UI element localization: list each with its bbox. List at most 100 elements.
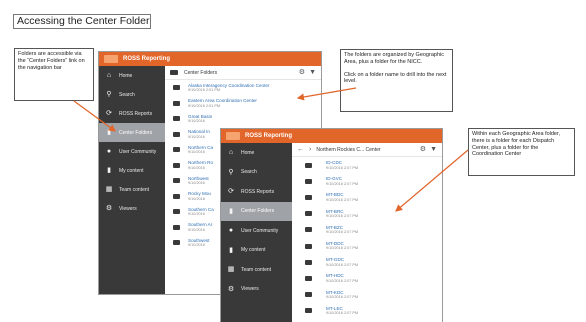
folder-row[interactable]: ID-GVC 9/10/2016 2:07 PM: [292, 173, 442, 189]
folder-row[interactable]: MT-BZC 9/10/2016 2:07 PM: [292, 222, 442, 238]
folder-icon: [173, 178, 180, 184]
folder-icon: [305, 178, 312, 184]
folder-row[interactable]: Eastern Area Coordination Center 9/10/201…: [165, 96, 321, 112]
nav-item-label: Viewers: [119, 205, 137, 212]
folder-icon: [173, 209, 180, 215]
folder-modified-date: 9/10/2016 2:07 PM: [326, 311, 359, 316]
nav-item-label: Team content: [241, 266, 272, 273]
nav-item-center-folders[interactable]: ▮ Center Folders: [221, 201, 292, 221]
folder-icon: [305, 194, 312, 200]
breadcrumb[interactable]: Northern Rockies C... Center: [316, 147, 380, 153]
nav-item-viewers[interactable]: ⚙ Viewers: [221, 280, 292, 300]
nav-item-team-content[interactable]: ▦ Team content: [221, 260, 292, 280]
folder-icon: [305, 211, 312, 217]
folder-modified-date: 9/10/2016: [188, 150, 205, 155]
folder-icon: [170, 70, 178, 75]
folder-modified-date: 9/10/2016: [188, 227, 205, 232]
folder-icon: [305, 259, 312, 265]
folder-icon: [173, 100, 180, 106]
folder-modified-date: 9/10/2016 2:01 PM: [188, 88, 221, 93]
app-header: ROSS Reporting: [221, 129, 442, 143]
app-window-dispatch-folders: ROSS Reporting ⌂ Home ⚲ Search ⟳ ROSS Reports…: [220, 128, 443, 322]
search-icon: ⚲: [106, 91, 112, 98]
folder-modified-date: 9/10/2016: [188, 119, 205, 124]
folder-row[interactable]: MT-HDC 9/10/2016 2:07 PM: [292, 270, 442, 286]
nav-item-search[interactable]: ⚲ Search: [99, 85, 165, 104]
folder-row[interactable]: Great Basin 9/10/2016: [165, 111, 321, 127]
nav-item-team-content[interactable]: ▦ Team content: [99, 180, 165, 199]
folder-modified-date: 9/10/2016 2:07 PM: [326, 278, 359, 283]
folder-row[interactable]: MT-KDC 9/10/2016 2:07 PM: [292, 287, 442, 303]
folder-list-panel: ← › Northern Rockies C... Center ⚙ ▼ ID-…: [292, 143, 442, 322]
nav-item-label: User Community: [119, 148, 157, 155]
folder-row[interactable]: ID-CDC 9/10/2016 2:07 PM: [292, 157, 442, 173]
folder-modified-date: 9/10/2016: [188, 181, 205, 186]
folder-row[interactable]: MT-BDC 9/10/2016 2:07 PM: [292, 189, 442, 205]
nav-item-label: My content: [119, 167, 144, 174]
folder-row[interactable]: MT-BRC 9/10/2016 2:07 PM: [292, 206, 442, 222]
nav-item-label: Team content: [119, 186, 150, 193]
callout-geographic-areas: The folders are organized by Geographic …: [340, 49, 453, 112]
folder-modified-date: 9/10/2016 2:07 PM: [326, 165, 359, 170]
app-name: ROSS Reporting: [245, 133, 293, 139]
folder-icon: [305, 292, 312, 298]
back-arrow-icon[interactable]: ←: [297, 146, 304, 154]
folder-icon: [173, 147, 180, 153]
chevron-right-icon[interactable]: ›: [309, 146, 311, 154]
callout-text: Within each Geographic Area folder, ther…: [472, 131, 561, 158]
nav-item-label: Home: [119, 72, 133, 79]
folder-modified-date: 9/10/2016: [188, 165, 205, 170]
folder-icon: [173, 224, 180, 230]
folder-icon: ▮: [229, 207, 233, 215]
nav-item-home[interactable]: ⌂ Home: [221, 143, 292, 163]
settings-icon[interactable]: ⚙: [420, 146, 426, 154]
page-title: Accessing the Center Folders: [13, 14, 151, 29]
folder-modified-date: 9/10/2016 2:07 PM: [326, 197, 359, 202]
refresh-icon: ⟳: [228, 188, 234, 196]
folder-icon: [305, 243, 312, 249]
content-title: Center Folders: [184, 69, 218, 76]
folder-icon: [305, 308, 312, 314]
gear-icon: ⚙: [105, 205, 113, 212]
folder-icon: [305, 227, 312, 233]
folder-row[interactable]: MT-GDC 9/10/2016 2:07 PM: [292, 254, 442, 270]
nav-item-center-folders[interactable]: ▮ Center Folders: [99, 123, 165, 142]
folder-icon: [173, 131, 180, 137]
folder-icon: [173, 240, 180, 246]
nav-item-viewers[interactable]: ⚙ Viewers: [99, 199, 165, 218]
folder-modified-date: 9/10/2016 2:07 PM: [326, 295, 359, 299]
home-icon: ⌂: [106, 72, 112, 79]
nav-item-user-community[interactable]: ● User Community: [221, 221, 292, 241]
navigation-bar: ⌂ Home ⚲ Search ⟳ ROSS Reports ▮ Center Folders…: [221, 143, 292, 322]
folder-icon: [305, 275, 312, 281]
nav-item-user-community[interactable]: ● User Community: [99, 142, 165, 161]
nav-item-label: Search: [119, 91, 135, 98]
folder-icon: [173, 116, 180, 122]
folder-row[interactable]: MT-DDC 9/10/2016 2:07 PM: [292, 238, 442, 254]
refresh-icon: ⟳: [106, 110, 112, 117]
nav-item-label: My content: [241, 247, 266, 254]
nav-item-my-content[interactable]: ▮ My content: [99, 161, 165, 180]
nav-item-search[interactable]: ⚲ Search: [221, 163, 292, 183]
nav-item-home[interactable]: ⌂ Home: [99, 66, 165, 85]
nav-item-my-content[interactable]: ▮ My content: [221, 241, 292, 261]
nav-item-ross-reports[interactable]: ⟳ ROSS Reports: [221, 182, 292, 202]
nav-item-ross-reports[interactable]: ⟳ ROSS Reports: [99, 104, 165, 123]
users-icon: ●: [228, 227, 234, 235]
nav-item-label: Center Folders: [119, 129, 153, 136]
folder-modified-date: 9/10/2016 2:07 PM: [326, 262, 359, 267]
folder-modified-date: 9/10/2016 2:01 PM: [188, 103, 221, 108]
content-header: Center Folders ⚙ ▼: [165, 66, 321, 80]
folder-icon: [173, 193, 180, 199]
folder-row[interactable]: MT-LEC 9/10/2016 2:07 PM: [292, 303, 442, 319]
filter-icon[interactable]: ▼: [430, 146, 437, 154]
folder-row[interactable]: Alaska Interagency Coordination Center 9/…: [165, 80, 321, 96]
app-logo: [104, 55, 118, 63]
nav-item-label: User Community: [241, 227, 279, 234]
navigation-bar: ⌂ Home ⚲ Search ⟳ ROSS Reports ▮ Center Folders…: [99, 66, 165, 294]
nav-item-label: ROSS Reports: [119, 110, 153, 117]
filter-icon[interactable]: ▼: [309, 69, 316, 77]
team-icon: ▦: [227, 266, 235, 274]
settings-icon[interactable]: ⚙: [299, 69, 305, 77]
callout-nav-bar: Folders are accessible via the “Center F…: [14, 48, 94, 101]
